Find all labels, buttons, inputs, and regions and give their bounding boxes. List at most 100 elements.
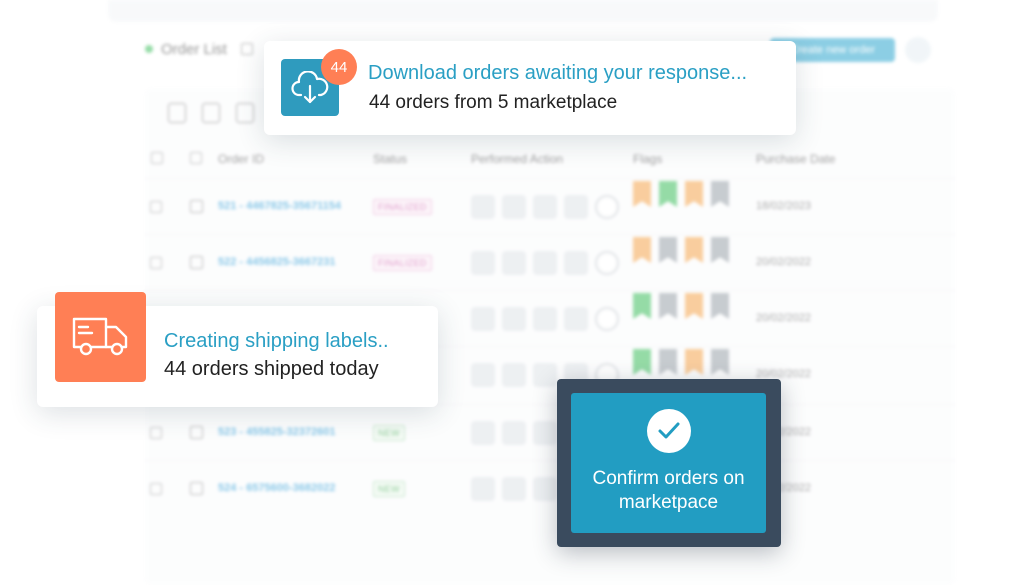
flag-group [633,293,729,319]
document-icon[interactable] [533,421,557,445]
confirm-icon[interactable] [595,195,619,219]
table-row[interactable]: 524 - 6575600-3682022 NEW 20/02/2022 [145,460,955,516]
action-icons [471,195,619,219]
purchase-date: 18/02/2023 [756,200,812,212]
flag-icon [659,293,677,319]
top-bar [108,0,938,22]
action-icons [471,251,619,275]
order-count-badge: 44 [321,49,357,85]
column-status[interactable]: Status [373,152,407,166]
truck-icon [72,317,127,356]
table-header: Order ID Status Performed Action Flags P… [145,146,955,172]
order-id-link[interactable]: 521 - 4467825-35671154 [218,200,341,212]
order-list-header: Order List [145,38,253,60]
table-row[interactable]: 521 - 4467825-35671154 FINALIZED 18/02/202… [145,178,955,234]
order-id-link[interactable]: 523 - 455825-32372601 [218,426,335,438]
document-icon[interactable] [533,307,557,331]
flag-icon [685,293,703,319]
invoice-icon[interactable] [471,195,495,219]
label-icon[interactable] [502,251,526,275]
order-id-link[interactable]: 524 - 6575600-3682022 [218,482,335,494]
label-icon[interactable] [502,421,526,445]
download-orders-card: 44 Download orders awaiting your respons… [264,41,796,135]
document-icon[interactable] [533,195,557,219]
table-row[interactable]: 522 - 4456825-3667231 FINALIZED 20/02/2022 [145,234,955,290]
document-icon[interactable] [533,251,557,275]
label-icon[interactable] [502,363,526,387]
confirm-orders-panel[interactable]: Confirm orders on marketpace [571,393,766,533]
user-avatar[interactable] [905,37,931,63]
flag-icon [685,237,703,263]
label-icon[interactable] [502,477,526,501]
row-expand-icon[interactable] [190,426,203,439]
flag-icon [711,237,729,263]
status-badge: FINALIZED [373,255,432,271]
flag-icon [711,293,729,319]
row-checkbox[interactable] [150,257,162,269]
select-all-checkbox[interactable] [151,152,163,164]
table-row[interactable]: 523 - 455825-32372601 NEW 20/02/2022 [145,404,955,460]
row-expand-icon[interactable] [190,482,203,495]
row-checkbox[interactable] [150,483,162,495]
export-icon[interactable] [202,103,220,123]
flag-icon [633,293,651,319]
flag-icon [711,349,729,375]
shipping-subtitle: 44 orders shipped today [164,358,379,380]
download-subtitle: 44 orders from 5 marketplace [369,92,618,113]
document-icon[interactable] [533,363,557,387]
column-purchase-date[interactable]: Purchase Date [756,152,835,166]
filter-icon[interactable] [168,103,186,123]
flag-icon [711,181,729,207]
ship-icon[interactable] [564,307,588,331]
download-title: Download orders awaiting your response..… [368,62,748,84]
flag-icon [633,349,651,375]
confirm-icon[interactable] [595,307,619,331]
invoice-icon[interactable] [471,363,495,387]
table-toolbar [168,103,254,123]
list-icon[interactable] [240,43,253,55]
status-badge: NEW [373,425,405,441]
flag-group [633,349,729,375]
purchase-date: 20/02/2022 [756,312,812,324]
confirm-orders-text: Confirm orders on marketpace [592,468,745,513]
flag-icon [659,349,677,375]
label-icon[interactable] [502,307,526,331]
flag-icon [633,237,651,263]
print-icon[interactable] [236,103,254,123]
action-icons [471,307,619,331]
flag-group [633,181,729,207]
purchase-date: 20/02/2022 [756,256,812,268]
flag-icon [659,237,677,263]
row-checkbox[interactable] [150,427,162,439]
column-flags[interactable]: Flags [633,152,662,166]
check-circle [647,409,691,453]
document-icon[interactable] [533,477,557,501]
row-expand-icon[interactable] [190,256,203,269]
ship-icon[interactable] [564,251,588,275]
label-icon[interactable] [502,195,526,219]
ship-icon[interactable] [564,195,588,219]
flag-icon [659,181,677,207]
flag-icon [685,349,703,375]
invoice-icon[interactable] [471,477,495,501]
order-id-link[interactable]: 522 - 4456825-3667231 [218,256,335,268]
flag-icon [633,181,651,207]
expand-all-icon[interactable] [190,152,202,164]
flag-group [633,237,729,263]
invoice-icon[interactable] [471,421,495,445]
page-title: Order List [161,40,227,58]
shipping-labels-card: Creating shipping labels.. 44 orders shi… [37,292,438,407]
status-badge: NEW [373,481,405,497]
column-performed-action[interactable]: Performed Action [471,152,563,166]
flag-icon [685,181,703,207]
shipping-title: Creating shipping labels.. [164,330,389,352]
confirm-icon[interactable] [595,251,619,275]
row-checkbox[interactable] [150,201,162,213]
shipping-icon-box [55,292,146,382]
invoice-icon[interactable] [471,307,495,331]
column-order-id[interactable]: Order ID [218,152,264,166]
invoice-icon[interactable] [471,251,495,275]
row-expand-icon[interactable] [190,200,203,213]
status-dot [145,45,153,53]
check-icon [658,422,680,439]
